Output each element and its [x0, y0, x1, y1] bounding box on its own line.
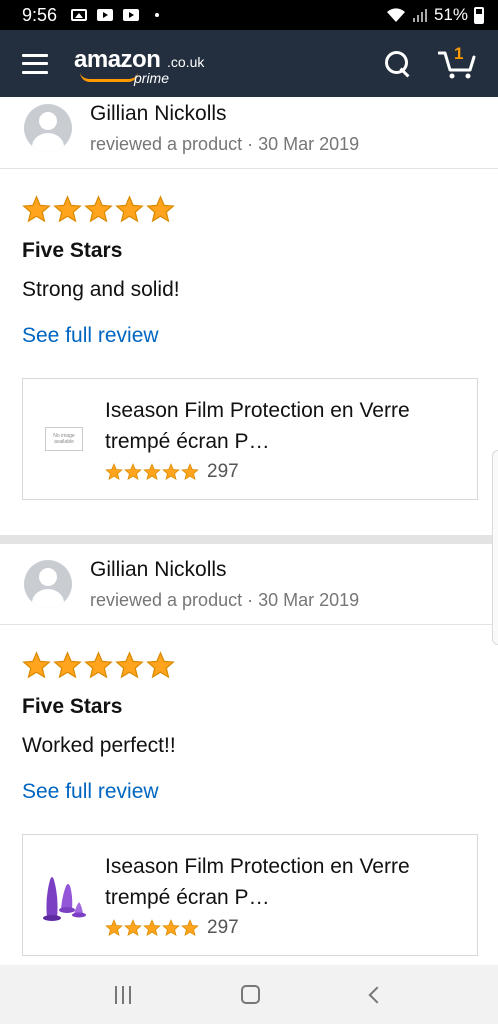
product-card[interactable]: Iseason Film Protection en Verre trempé …	[22, 834, 478, 956]
avatar[interactable]	[24, 560, 72, 608]
star-icon	[162, 463, 180, 480]
star-icon	[53, 651, 82, 679]
star-icon	[105, 919, 123, 936]
review-text: Strong and solid!	[22, 278, 180, 301]
system-nav-bar	[0, 965, 498, 1024]
product-title[interactable]: Iseason Film Protection en Verre trempé …	[105, 395, 425, 457]
reviewer-name[interactable]: Gillian Nickolls	[90, 557, 359, 583]
reviewer-meta: reviewed a product · 30 Mar 2019	[90, 590, 360, 610]
home-icon[interactable]	[241, 985, 261, 1004]
logo-smile-icon	[80, 72, 138, 82]
review-title: Five Stars	[22, 695, 123, 718]
product-rating: 297	[105, 917, 425, 939]
star-icon	[84, 195, 113, 223]
product-stars	[105, 463, 200, 481]
status-bar: 9:56 51%	[0, 0, 498, 30]
more-notifications-icon	[155, 13, 160, 17]
status-right: 51%	[386, 5, 484, 25]
product-rating: 297	[105, 461, 425, 483]
logo-tld: .co.uk	[167, 53, 205, 70]
star-icon	[53, 195, 82, 223]
reviewer-name[interactable]: Gillian Nickolls	[90, 101, 359, 127]
product-rating-count: 297	[207, 461, 239, 482]
review-feed[interactable]: Gillian Nickolls reviewed a product · 30…	[0, 97, 498, 965]
wifi-icon	[386, 8, 405, 22]
product-rating-count: 297	[207, 917, 239, 938]
product-image[interactable]: No image available	[23, 379, 105, 499]
product-stars	[105, 919, 200, 937]
reviewer-header[interactable]: Gillian Nickolls reviewed a product · 30…	[0, 544, 498, 625]
product-title[interactable]: Iseason Film Protection en Verre trempé …	[105, 851, 425, 913]
no-image-line-2: available	[54, 439, 74, 445]
back-icon[interactable]	[368, 986, 386, 1003]
battery-percent: 51%	[433, 5, 468, 24]
star-icon	[143, 463, 161, 480]
search-icon[interactable]	[384, 50, 412, 78]
product-card[interactable]: No image available Iseason Film Protecti…	[22, 378, 478, 500]
youtube-notification-icon	[97, 9, 114, 21]
star-icon	[105, 463, 123, 480]
feed-separator	[0, 535, 498, 544]
battery-icon	[474, 6, 484, 24]
status-left: 9:56	[22, 4, 160, 26]
avatar[interactable]	[24, 104, 72, 152]
app-header: amazon .co.uk prime 1	[0, 30, 498, 97]
star-icon	[115, 651, 144, 679]
review-card: Gillian Nickolls reviewed a product · 30…	[0, 544, 498, 956]
reviewer-header[interactable]: Gillian Nickolls reviewed a product · 30…	[0, 97, 498, 169]
star-icon	[124, 919, 142, 936]
no-image-placeholder-icon: No image available	[45, 427, 83, 451]
header-actions: 1	[384, 44, 476, 80]
recents-icon[interactable]	[115, 985, 132, 1004]
edge-panel-handle[interactable]	[492, 450, 498, 645]
star-icon	[143, 919, 161, 936]
product-thumbnail-icon	[43, 877, 86, 921]
see-full-review-link[interactable]: See full review	[22, 324, 159, 348]
cart-count: 1	[454, 43, 464, 63]
star-icon	[146, 195, 175, 223]
review-rating	[22, 195, 476, 225]
review-rating	[22, 651, 476, 681]
star-icon	[22, 195, 51, 223]
signal-icon	[412, 9, 427, 22]
gallery-notification-icon	[71, 9, 88, 21]
see-full-review-link[interactable]: See full review	[22, 780, 159, 804]
status-time: 9:56	[22, 4, 58, 25]
star-icon	[84, 651, 113, 679]
product-image[interactable]	[23, 835, 105, 955]
star-icon	[162, 919, 180, 936]
star-icon	[124, 463, 142, 480]
star-icon	[115, 195, 144, 223]
cart-button[interactable]: 1	[437, 44, 476, 80]
amazon-prime-logo[interactable]: amazon .co.uk prime	[74, 42, 214, 86]
youtube-notification-icon-2	[123, 9, 140, 21]
star-icon	[181, 463, 199, 480]
star-icon	[181, 919, 199, 936]
star-icon	[22, 651, 51, 679]
star-icon	[146, 651, 175, 679]
review-card: Gillian Nickolls reviewed a product · 30…	[0, 97, 498, 500]
review-title: Five Stars	[22, 239, 123, 262]
reviewer-meta: reviewed a product · 30 Mar 2019	[90, 134, 360, 154]
menu-icon[interactable]	[22, 53, 48, 74]
review-text: Worked perfect!!	[22, 734, 176, 757]
logo-prime: prime	[134, 69, 170, 86]
